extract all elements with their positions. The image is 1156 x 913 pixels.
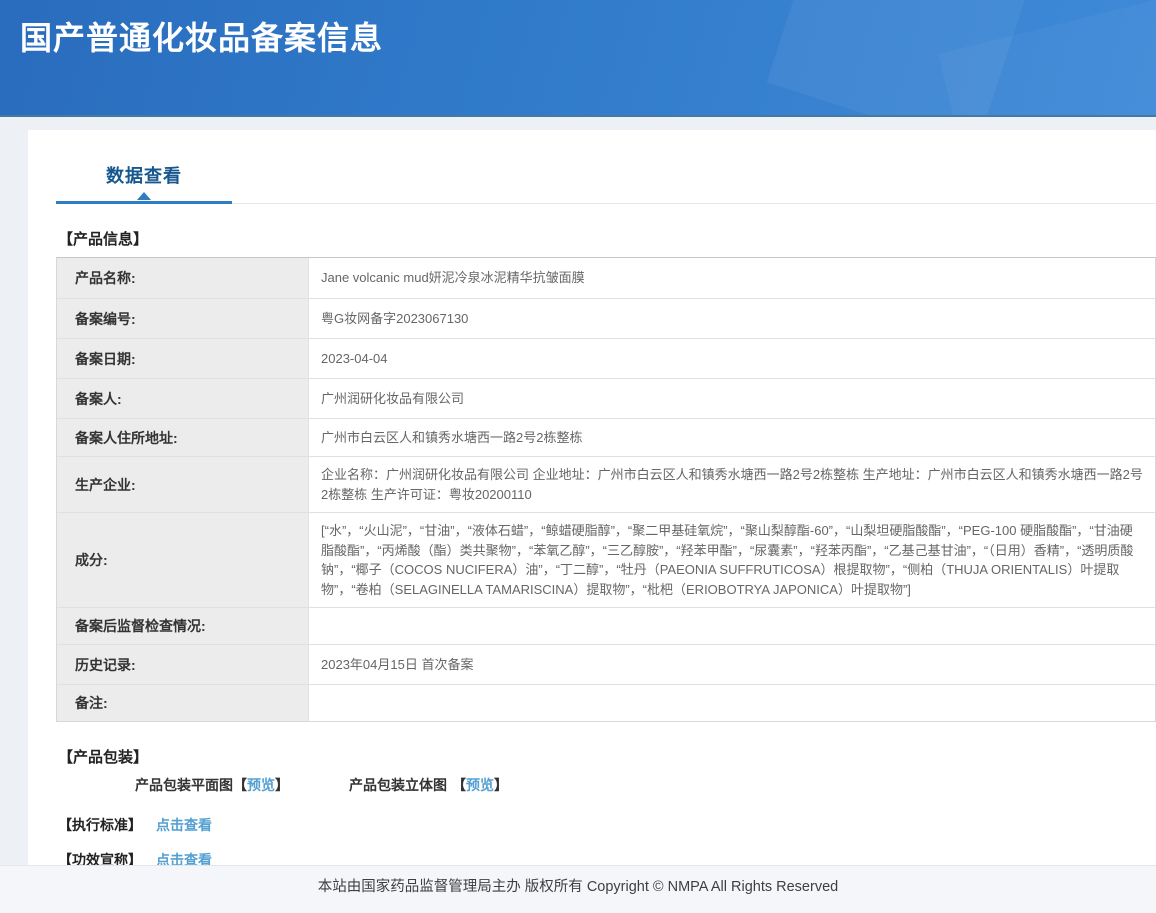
row-value: 广州润研化妆品有限公司 xyxy=(309,379,1155,418)
table-row: 备案后监督检查情况: xyxy=(57,608,1155,645)
standard-row: 【执行标准】 点击查看 xyxy=(58,815,1156,835)
product-info-heading: 【产品信息】 xyxy=(58,228,1156,249)
packaging-flat-label: 产品包装平面图 xyxy=(135,775,233,795)
bracket-close: 】 xyxy=(275,775,289,795)
tab-bar: 数据查看 xyxy=(56,130,1156,204)
packaging-3d-preview-link[interactable]: 预览 xyxy=(466,775,494,795)
row-label: 产品名称: xyxy=(57,258,309,298)
bracket-open: 【 xyxy=(452,775,466,795)
tab-data-view[interactable]: 数据查看 xyxy=(56,162,232,204)
row-value xyxy=(309,685,1155,721)
packaging-3d-item: 产品包装立体图 【 预览 】 xyxy=(349,775,508,795)
bracket-open: 【 xyxy=(233,775,247,795)
bracket-close: 】 xyxy=(494,775,508,795)
table-row: 备案人: 广州润研化妆品有限公司 xyxy=(57,379,1155,419)
row-value: 广州市白云区人和镇秀水塘西一路2号2栋整栋 xyxy=(309,419,1155,456)
row-label: 备案后监督检查情况: xyxy=(57,608,309,644)
packaging-flat-preview-link[interactable]: 预览 xyxy=(247,775,275,795)
table-row: 备注: xyxy=(57,685,1155,721)
standard-view-link[interactable]: 点击查看 xyxy=(156,815,212,835)
row-value: 企业名称：广州润研化妆品有限公司 企业地址：广州市白云区人和镇秀水塘西一路2号2… xyxy=(309,457,1155,512)
row-value: Jane volcanic mud妍泥冷泉冰泥精华抗皱面膜 xyxy=(309,258,1155,298)
row-label: 历史记录: xyxy=(57,645,309,684)
table-row: 备案编号: 粤G妆网备字2023067130 xyxy=(57,299,1155,339)
row-value: 2023-04-04 xyxy=(309,339,1155,378)
packaging-3d-label: 产品包装立体图 xyxy=(349,775,447,795)
row-label: 生产企业: xyxy=(57,457,309,512)
row-label: 成分: xyxy=(57,513,309,607)
row-label: 备案编号: xyxy=(57,299,309,338)
row-value xyxy=(309,608,1155,644)
row-value: [“水”，“火山泥”，“甘油”，“液体石蜡”，“鲸蜡硬脂醇”，“聚二甲基硅氧烷”… xyxy=(309,513,1155,607)
standard-heading: 【执行标准】 xyxy=(58,815,142,835)
footer-copyright-text: 本站由国家药品监督管理局主办 版权所有 Copyright © NMPA All… xyxy=(318,879,838,895)
row-label: 备案日期: xyxy=(57,339,309,378)
row-label: 备案人: xyxy=(57,379,309,418)
page-footer: 本站由国家药品监督管理局主办 版权所有 Copyright © NMPA All… xyxy=(0,865,1156,913)
table-row: 成分: [“水”，“火山泥”，“甘油”，“液体石蜡”，“鲸蜡硬脂醇”，“聚二甲基… xyxy=(57,513,1155,608)
product-info-table: 产品名称: Jane volcanic mud妍泥冷泉冰泥精华抗皱面膜 备案编号… xyxy=(56,257,1156,722)
tab-data-view-label: 数据查看 xyxy=(106,166,182,186)
row-label: 备案人住所地址: xyxy=(57,419,309,456)
packaging-heading: 【产品包装】 xyxy=(58,746,1156,767)
table-row: 备案人住所地址: 广州市白云区人和镇秀水塘西一路2号2栋整栋 xyxy=(57,419,1155,457)
table-row: 备案日期: 2023-04-04 xyxy=(57,339,1155,379)
row-label: 备注: xyxy=(57,685,309,721)
table-row: 产品名称: Jane volcanic mud妍泥冷泉冰泥精华抗皱面膜 xyxy=(57,258,1155,299)
page-header: 国产普通化妆品备案信息 xyxy=(0,0,1156,117)
packaging-links-row: 产品包装平面图 【 预览 】 产品包装立体图 【 预览 】 xyxy=(56,775,1156,795)
row-value: 2023年04月15日 首次备案 xyxy=(309,645,1155,684)
table-row: 历史记录: 2023年04月15日 首次备案 xyxy=(57,645,1155,685)
table-row: 生产企业: 企业名称：广州润研化妆品有限公司 企业地址：广州市白云区人和镇秀水塘… xyxy=(57,457,1155,513)
content-card: 数据查看 【产品信息】 产品名称: Jane volcanic mud妍泥冷泉冰… xyxy=(28,130,1156,865)
packaging-flat-item: 产品包装平面图 【 预览 】 xyxy=(135,775,289,795)
tab-active-indicator-icon xyxy=(137,192,151,200)
row-value: 粤G妆网备字2023067130 xyxy=(309,299,1155,338)
